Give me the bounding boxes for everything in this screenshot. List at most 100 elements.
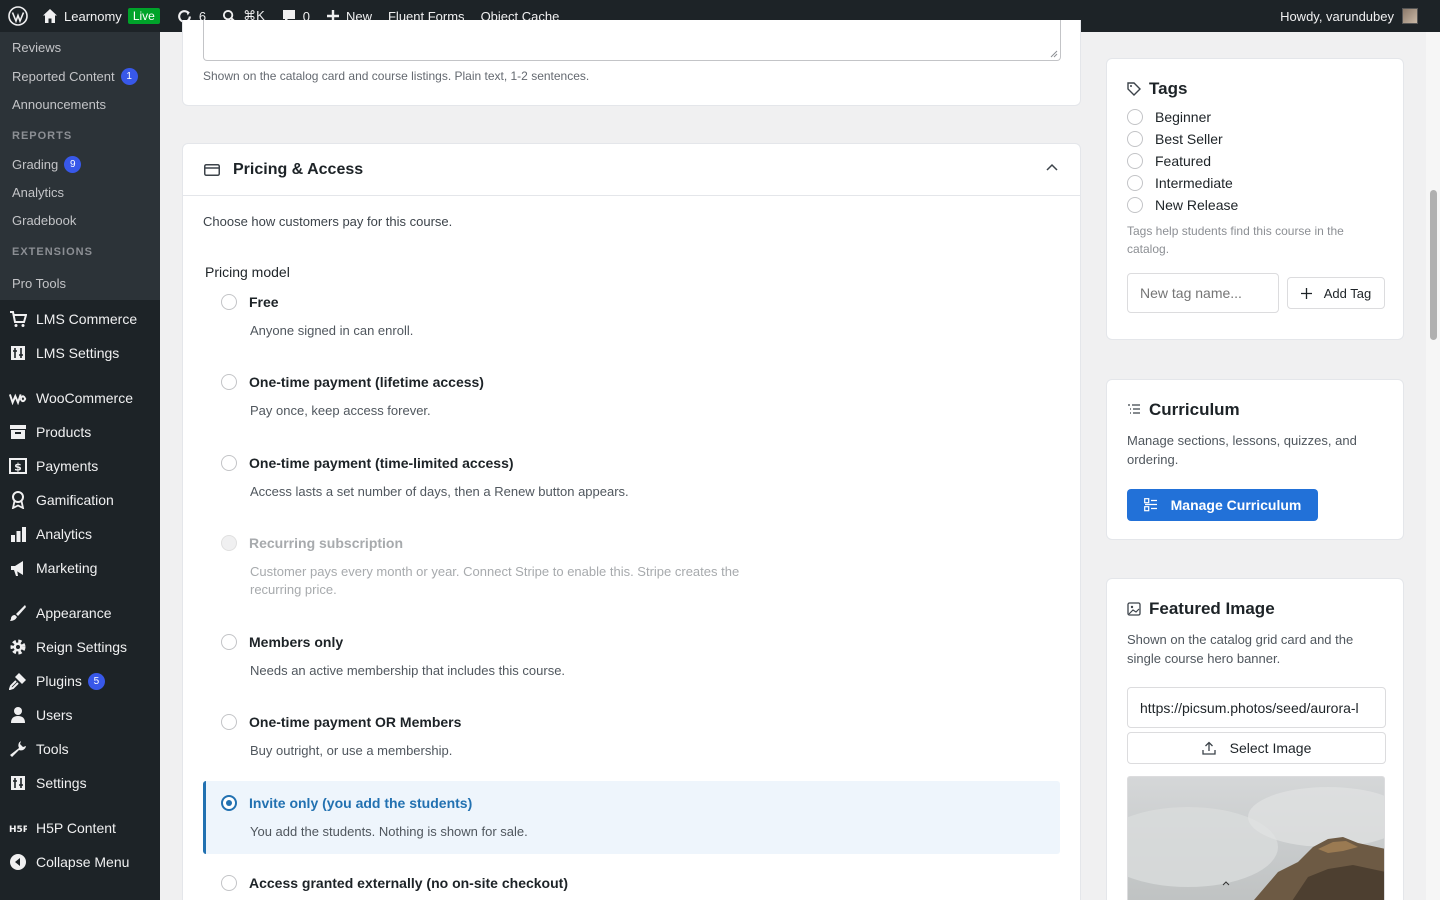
pricing-radio[interactable] — [221, 294, 237, 310]
submenu-label: Announcements — [12, 96, 106, 112]
wordpress-logo-icon[interactable] — [2, 0, 34, 32]
pricing-option-desc: Anyone signed in can enroll. — [250, 323, 414, 338]
menu-appearance[interactable]: Appearance — [0, 596, 160, 630]
my-account[interactable]: Howdy, varundubey — [1280, 0, 1418, 32]
menu-label: Reign Settings — [36, 639, 128, 655]
menu-lms-settings[interactable]: LMS Settings — [0, 336, 160, 370]
wrench-icon — [9, 740, 27, 758]
select-image-button[interactable]: Select Image — [1127, 732, 1386, 764]
submenu-label: Pro Tools — [12, 275, 66, 291]
resize-handle-icon[interactable] — [1050, 50, 1058, 58]
site-name-link[interactable]: Learnomy Live — [34, 0, 168, 32]
dollar-icon: $ — [9, 457, 27, 475]
pricing-option-subscription: Recurring subscription Customer pays eve… — [203, 533, 1060, 599]
pricing-radio[interactable] — [221, 634, 237, 650]
pricing-option-members-only[interactable]: Members only Needs an active membership … — [203, 632, 1060, 680]
menu-label: Analytics — [36, 526, 93, 542]
pricing-option-invite-only[interactable]: Invite only (you add the students) You a… — [203, 781, 1060, 854]
curriculum-title-row: Curriculum — [1127, 400, 1240, 420]
tag-checkbox[interactable] — [1127, 153, 1143, 169]
pricing-radio[interactable] — [221, 374, 237, 390]
home-icon — [42, 8, 58, 24]
menu-marketing[interactable]: Marketing — [0, 551, 160, 585]
menu-lms-commerce[interactable]: LMS Commerce — [0, 302, 160, 336]
menu-h5p-content[interactable]: H5P H5P Content — [0, 811, 160, 845]
chevron-up-icon[interactable] — [1046, 163, 1058, 171]
reports-heading: REPORTS — [12, 130, 73, 142]
menu-plugins[interactable]: Plugins 5 — [0, 664, 160, 698]
submenu-reviews[interactable]: Reviews — [0, 32, 160, 62]
menu-payments[interactable]: $ Payments — [0, 449, 160, 483]
submenu-grading[interactable]: Grading 9 — [0, 150, 160, 178]
svg-text:H5P: H5P — [9, 825, 27, 833]
new-tag-input[interactable] — [1127, 273, 1279, 313]
tag-option[interactable]: Intermediate — [1127, 172, 1238, 194]
grid-list-icon — [1143, 498, 1158, 512]
woo-icon — [9, 389, 27, 407]
menu-label: LMS Commerce — [36, 311, 138, 327]
menu-label: Gamification — [36, 492, 114, 508]
menu-collapse[interactable]: Collapse Menu — [0, 845, 160, 879]
pricing-radio[interactable] — [221, 714, 237, 730]
menu-products[interactable]: Products — [0, 415, 160, 449]
excerpt-card: Shown on the catalog card and course lis… — [182, 20, 1081, 106]
svg-text:$: $ — [14, 461, 22, 474]
tag-checkbox[interactable] — [1127, 131, 1143, 147]
page-scrollbar[interactable] — [1426, 32, 1440, 900]
excerpt-textarea[interactable] — [203, 20, 1061, 61]
tag-label: Featured — [1155, 153, 1212, 169]
tag-option[interactable]: New Release — [1127, 194, 1238, 216]
pricing-card-header[interactable]: Pricing & Access — [183, 144, 1080, 196]
pricing-option-title: Members only — [249, 634, 344, 650]
tag-option[interactable]: Best Seller — [1127, 128, 1238, 150]
tag-checkbox[interactable] — [1127, 175, 1143, 191]
menu-gamification[interactable]: Gamification — [0, 483, 160, 517]
menu-analytics[interactable]: Analytics — [0, 517, 160, 551]
tag-checkbox[interactable] — [1127, 197, 1143, 213]
menu-label: Tools — [36, 741, 69, 757]
manage-curriculum-button[interactable]: Manage Curriculum — [1127, 489, 1318, 521]
pricing-option-payment-or-members[interactable]: One-time payment OR Members Buy outright… — [203, 712, 1060, 760]
submenu-analytics[interactable]: Analytics — [0, 178, 160, 206]
tags-list: Beginner Best Seller Featured Intermedia… — [1127, 106, 1238, 216]
menu-woocommerce[interactable]: WooCommerce — [0, 381, 160, 415]
pricing-option-free[interactable]: Free Anyone signed in can enroll. — [203, 292, 1060, 340]
menu-label: Payments — [36, 458, 99, 474]
tag-label: New Release — [1155, 197, 1239, 213]
menu-reign-settings[interactable]: Reign Settings — [0, 630, 160, 664]
submenu-gradebook[interactable]: Gradebook — [0, 206, 160, 234]
menu-tools[interactable]: Tools — [0, 732, 160, 766]
pricing-option-title: One-time payment (time-limited access) — [249, 455, 514, 471]
excerpt-help-text: Shown on the catalog card and course lis… — [203, 69, 590, 83]
submenu-announcements[interactable]: Announcements — [0, 90, 160, 118]
image-url-input[interactable]: https://picsum.photos/seed/aurora-l — [1127, 687, 1386, 728]
submenu-pro-tools[interactable]: Pro Tools — [0, 266, 160, 300]
menu-settings[interactable]: Settings — [0, 766, 160, 800]
sliders-icon — [9, 774, 27, 792]
pricing-option-lifetime[interactable]: One-time payment (lifetime access) Pay o… — [203, 372, 1060, 420]
pricing-radio[interactable] — [221, 875, 237, 891]
credit-card-icon — [204, 163, 220, 177]
tag-icon — [1127, 82, 1141, 96]
menu-label: Products — [36, 424, 92, 440]
pricing-radio-selected[interactable] — [221, 795, 237, 811]
manage-curriculum-label: Manage Curriculum — [1170, 497, 1302, 513]
image-icon — [1127, 602, 1141, 616]
scrollbar-thumb[interactable] — [1430, 190, 1437, 340]
pricing-radio[interactable] — [221, 455, 237, 471]
pricing-option-external[interactable]: Access granted externally (no on-site ch… — [203, 873, 1060, 893]
tag-option[interactable]: Beginner — [1127, 106, 1238, 128]
pricing-model-label: Pricing model — [205, 264, 290, 280]
add-tag-button[interactable]: Add Tag — [1287, 277, 1385, 309]
tag-option[interactable]: Featured — [1127, 150, 1238, 172]
pricing-option-time-limited[interactable]: One-time payment (time-limited access) A… — [203, 453, 1060, 501]
menu-users[interactable]: Users — [0, 698, 160, 732]
award-icon — [9, 491, 27, 509]
tag-checkbox[interactable] — [1127, 109, 1143, 125]
pricing-radio — [221, 535, 237, 551]
pricing-option-desc: Buy outright, or use a membership. — [250, 743, 453, 758]
submenu-reported-content[interactable]: Reported Content 1 — [0, 62, 160, 90]
featured-image-card: Featured Image Shown on the catalog grid… — [1106, 578, 1404, 900]
select-image-label: Select Image — [1229, 740, 1312, 756]
lms-submenu: Reviews Reported Content 1 Announcements … — [0, 32, 160, 300]
